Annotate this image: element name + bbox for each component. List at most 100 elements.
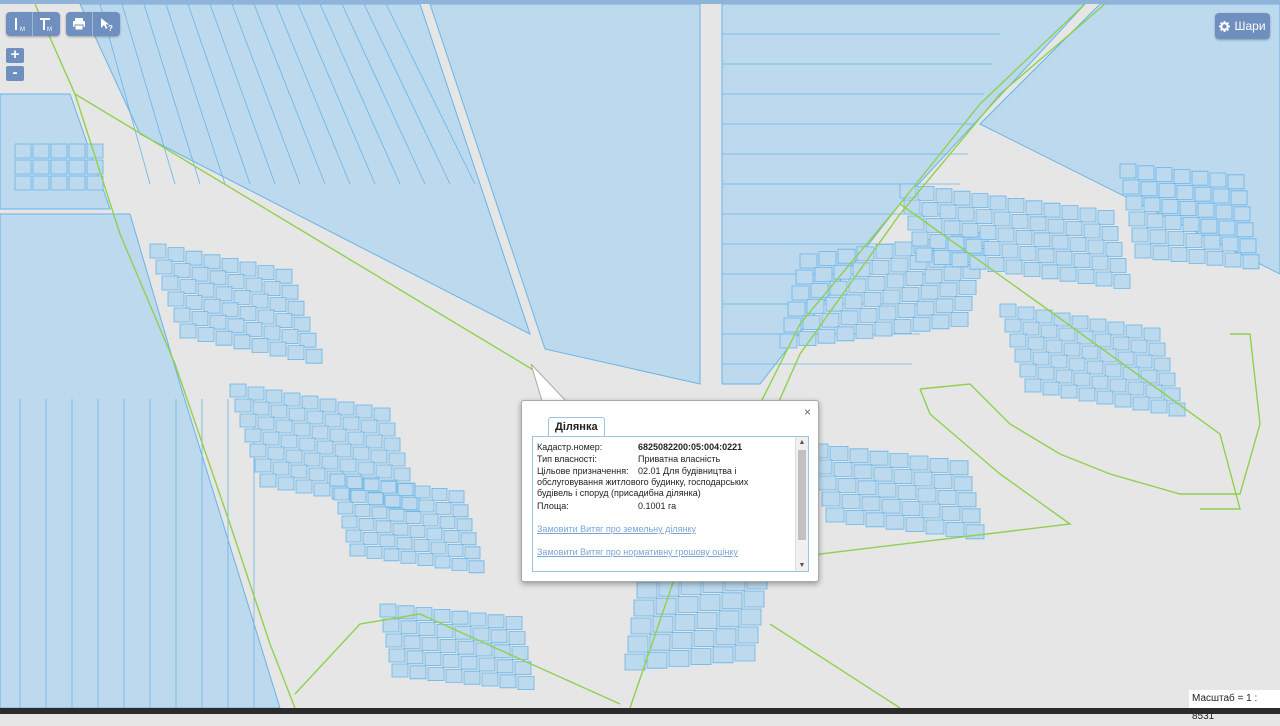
parcel[interactable] — [1143, 197, 1161, 213]
parcel[interactable] — [1022, 321, 1040, 336]
parcel[interactable] — [863, 291, 882, 307]
parcel[interactable] — [859, 307, 878, 323]
parcel[interactable] — [1073, 253, 1091, 269]
parcel[interactable] — [257, 309, 275, 325]
parcel[interactable] — [829, 280, 848, 296]
parcel[interactable] — [1045, 339, 1063, 354]
parcel[interactable] — [400, 620, 418, 635]
parcel[interactable] — [734, 644, 756, 662]
parcel[interactable] — [1161, 199, 1179, 215]
parcel[interactable] — [442, 654, 460, 668]
parcel[interactable] — [508, 631, 526, 645]
parcel[interactable] — [993, 211, 1011, 227]
parcel[interactable] — [878, 305, 897, 321]
parcel[interactable] — [1114, 393, 1132, 408]
parcel[interactable] — [852, 262, 871, 278]
parcel[interactable] — [1140, 181, 1158, 197]
parcel[interactable] — [857, 480, 877, 496]
parcel[interactable] — [265, 389, 283, 404]
parcel[interactable] — [979, 225, 997, 241]
parcel[interactable] — [245, 321, 263, 337]
parcel[interactable] — [933, 249, 951, 265]
parcel[interactable] — [894, 241, 913, 257]
parcel[interactable] — [373, 407, 391, 422]
parcel[interactable] — [167, 247, 185, 263]
parcel[interactable] — [337, 401, 355, 416]
parcel[interactable] — [430, 541, 447, 555]
parcel[interactable] — [324, 413, 342, 428]
parcel[interactable] — [1185, 232, 1203, 248]
parcel[interactable] — [1042, 381, 1060, 396]
parcel[interactable] — [247, 386, 265, 401]
parcel[interactable] — [439, 639, 457, 653]
parcel[interactable] — [1164, 215, 1182, 231]
parcel[interactable] — [14, 143, 32, 159]
parcel[interactable] — [227, 273, 245, 289]
parcel[interactable] — [288, 407, 306, 422]
parcel[interactable] — [263, 281, 281, 297]
parcel[interactable] — [997, 227, 1015, 243]
parcel[interactable] — [1005, 259, 1023, 275]
parcel[interactable] — [68, 175, 86, 191]
parcel[interactable] — [1153, 357, 1171, 372]
parcel[interactable] — [496, 659, 514, 674]
parcel[interactable] — [867, 275, 886, 291]
parcel[interactable] — [173, 307, 191, 323]
parcel[interactable] — [901, 501, 921, 517]
parcel[interactable] — [267, 446, 285, 461]
parcel[interactable] — [161, 275, 179, 291]
parcel[interactable] — [456, 518, 473, 532]
parcel[interactable] — [233, 334, 251, 350]
parcel[interactable] — [1019, 363, 1037, 378]
parcel[interactable] — [909, 455, 929, 471]
parcel[interactable] — [245, 277, 263, 293]
parcel[interactable] — [987, 257, 1005, 273]
parcel[interactable] — [893, 469, 913, 485]
parcel[interactable] — [1060, 384, 1078, 399]
parcel[interactable] — [86, 175, 104, 191]
parcel[interactable] — [1179, 200, 1197, 216]
parcel[interactable] — [388, 508, 405, 522]
parcel[interactable] — [849, 448, 869, 464]
parcel[interactable] — [1119, 163, 1137, 179]
parcel[interactable] — [384, 494, 401, 508]
parcel[interactable] — [1221, 236, 1239, 252]
parcel[interactable] — [280, 434, 298, 449]
parcel[interactable] — [1023, 261, 1041, 277]
parcel[interactable] — [1167, 231, 1185, 247]
pointer-help-icon[interactable]: ? — [93, 12, 119, 36]
parcel[interactable] — [197, 282, 215, 298]
parcel[interactable] — [362, 532, 379, 545]
parcel[interactable] — [365, 434, 383, 449]
parcel[interactable] — [1007, 197, 1025, 213]
parcel[interactable] — [321, 455, 339, 470]
parcel[interactable] — [939, 282, 958, 298]
parcel[interactable] — [652, 615, 674, 633]
parcel[interactable] — [303, 452, 321, 467]
parcel[interactable] — [721, 592, 743, 610]
parcel[interactable] — [1095, 271, 1113, 287]
parcel[interactable] — [971, 193, 989, 209]
parcel[interactable] — [308, 467, 326, 482]
parcel[interactable] — [939, 204, 957, 220]
parcel[interactable] — [718, 610, 740, 628]
parcel[interactable] — [149, 243, 167, 259]
parcel[interactable] — [460, 655, 478, 670]
parcel[interactable] — [427, 667, 445, 681]
parcel[interactable] — [1134, 243, 1152, 259]
parcel[interactable] — [379, 603, 397, 618]
parcel[interactable] — [1150, 399, 1168, 414]
parcel[interactable] — [349, 543, 366, 557]
parcel[interactable] — [1091, 255, 1109, 271]
parcel[interactable] — [1043, 202, 1061, 218]
parcel[interactable] — [1069, 237, 1087, 253]
parcel[interactable] — [346, 475, 363, 489]
parcel[interactable] — [1101, 225, 1119, 241]
parcel[interactable] — [931, 314, 950, 330]
parcel[interactable] — [345, 529, 362, 543]
parcel[interactable] — [367, 492, 384, 506]
parcel[interactable] — [254, 458, 272, 473]
parcel[interactable] — [464, 546, 481, 560]
parcel[interactable] — [481, 672, 499, 687]
parcel[interactable] — [1029, 216, 1047, 232]
